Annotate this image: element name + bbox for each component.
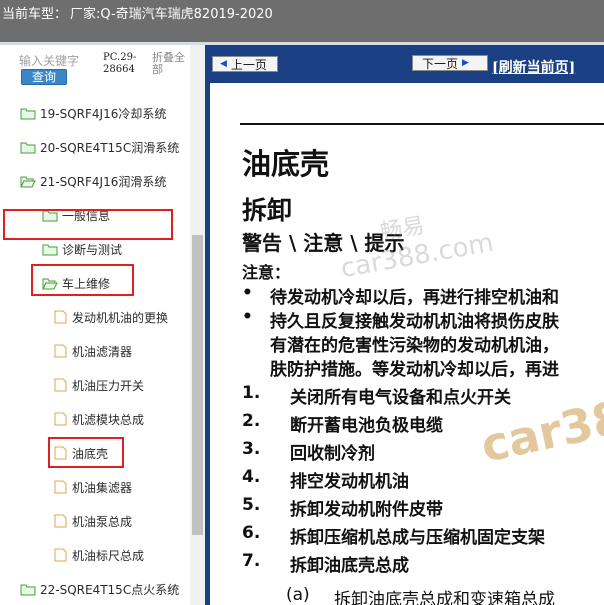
document-icon	[54, 310, 67, 324]
step-number: 5.	[242, 495, 261, 515]
arrow-right-icon: ▶	[462, 58, 469, 68]
tree-node-filter-module[interactable]: 机滤模块总成	[52, 409, 144, 429]
tree-node-oil-strainer[interactable]: 机油集滤器	[52, 477, 132, 497]
document-content: 油底壳 拆卸 警告 \ 注意 \ 提示 注意： • 待发动机冷却以后，再进行排空…	[210, 83, 604, 605]
search-area: 查询 PC.29-28664 折叠全部	[0, 45, 205, 95]
current-vehicle-label: 当前车型：	[2, 7, 68, 22]
arrow-left-icon: ◀	[220, 59, 227, 69]
step-number: 1.	[242, 383, 261, 403]
pc-code: PC.29-28664	[103, 52, 137, 75]
tree-node-label: 22-SQRE4T15C点火系统	[40, 582, 180, 597]
folder-open-icon	[20, 176, 36, 188]
tree-node-label: 机油集滤器	[72, 480, 133, 495]
tree-node-label: 机油滤清器	[72, 344, 133, 359]
content-toolbar: ◀ 上一页 下一页 ▶ [刷新当前页]	[210, 45, 604, 83]
bullet-text: 持久且反复接触发动机机油将损伤皮肤	[270, 312, 559, 332]
sidebar-scrollbar[interactable]	[190, 45, 205, 605]
tree-node-oil-pump[interactable]: 机油泵总成	[52, 511, 132, 531]
document-icon	[54, 480, 67, 494]
tree-node-label: 机油标尺总成	[72, 548, 145, 563]
doc-section: 拆卸	[242, 196, 293, 225]
tree-node-lubrication-e4t15c[interactable]: 20-SQRE4T15C润滑系统	[20, 137, 179, 157]
step-text: 拆卸油底壳总成	[290, 556, 409, 576]
step-number: 7.	[242, 551, 261, 571]
folder-icon	[20, 108, 36, 120]
bullet-item: •	[242, 307, 253, 327]
query-button[interactable]: 查询	[21, 69, 67, 85]
sidebar: 查询 PC.29-28664 折叠全部 19-SQRF4J16冷却系统 20-S…	[0, 45, 205, 605]
tree-node-label: 诊断与测试	[62, 242, 123, 257]
folder-icon	[20, 584, 36, 596]
tree-node-label: 机油压力开关	[72, 378, 145, 393]
prev-page-button[interactable]: ◀ 上一页	[212, 56, 278, 72]
bullet-text: 待发动机冷却以后，再进行排空机油和	[270, 288, 559, 308]
highlight-box	[48, 437, 124, 468]
doc-subsection: 警告 \ 注意 \ 提示	[242, 231, 405, 255]
step-text: 断开蓄电池负极电缆	[290, 416, 443, 436]
tree-node-oil-pressure-switch[interactable]: 机油压力开关	[52, 375, 144, 395]
document-icon	[54, 412, 67, 426]
tree-node-label: 20-SQRE4T15C润滑系统	[40, 140, 180, 155]
top-bar: 当前车型： 厂家:Q-奇瑞汽车瑞虎82019-2020	[0, 0, 604, 42]
document-icon	[54, 548, 67, 562]
current-vehicle-value: 厂家:Q-奇瑞汽车瑞虎82019-2020	[70, 7, 273, 22]
tree-node-label: 机滤模块总成	[72, 412, 145, 427]
tree-node-oil-filter[interactable]: 机油滤清器	[52, 341, 132, 361]
tree-node-lubrication-f4j16[interactable]: 21-SQRF4J16润滑系统	[20, 171, 166, 191]
folder-icon	[20, 142, 36, 154]
tree-node-label: 发动机机油的更换	[72, 310, 169, 325]
tree-node-ignition-system[interactable]: 22-SQRE4T15C点火系统	[20, 579, 179, 599]
collapse-all-link[interactable]: 折叠全部	[152, 52, 192, 76]
step-text: 关闭所有电气设备和点火开关	[290, 388, 511, 408]
tree-node-engine-oil-change[interactable]: 发动机机油的更换	[52, 307, 168, 327]
step-text: 排空发动机机油	[290, 472, 409, 492]
step-number: 2.	[242, 411, 261, 431]
tree-node-label: 19-SQRF4J16冷却系统	[40, 106, 167, 121]
bullet-text-cont: 肤防护措施。等发动机冷却以后，再进	[270, 360, 559, 380]
tree-node-cooling-system[interactable]: 19-SQRF4J16冷却系统	[20, 103, 166, 123]
step-number: 3.	[242, 439, 261, 459]
bullet-item: •	[242, 283, 253, 303]
substep-number: (a)	[286, 585, 310, 605]
tree-node-label: 21-SQRF4J16润滑系统	[40, 174, 167, 189]
bullet-text-cont: 有潜在的危害性污染物的发动机机油，	[270, 336, 559, 356]
doc-note-label: 注意：	[242, 263, 291, 282]
tree-node-label: 机油泵总成	[72, 514, 133, 529]
document-icon	[54, 344, 67, 358]
next-page-label: 下一页	[422, 56, 459, 71]
folder-icon	[42, 244, 58, 256]
next-page-button[interactable]: 下一页 ▶	[412, 55, 488, 71]
keyword-search-input[interactable]	[19, 54, 97, 68]
sidebar-scrollbar-thumb[interactable]	[192, 235, 203, 535]
doc-title: 油底壳	[242, 147, 330, 181]
highlight-box	[31, 264, 134, 296]
step-text: 回收制冷剂	[290, 444, 375, 464]
tree-node-diagnosis-testing[interactable]: 诊断与测试	[42, 239, 122, 259]
step-text: 拆卸发动机附件皮带	[290, 500, 443, 520]
step-number: 4.	[242, 467, 261, 487]
prev-page-label: 上一页	[230, 57, 267, 72]
refresh-page-link[interactable]: [刷新当前页]	[492, 57, 575, 77]
tree-node-dipstick[interactable]: 机油标尺总成	[52, 545, 144, 565]
highlight-box	[3, 209, 173, 240]
step-text: 拆卸压缩机总成与压缩机固定支架	[290, 528, 545, 548]
step-number: 6.	[242, 523, 261, 543]
document-icon	[54, 378, 67, 392]
title-rule	[240, 123, 604, 125]
substep-text: 拆卸油底壳总成和变速箱总成	[334, 590, 555, 605]
document-icon	[54, 514, 67, 528]
